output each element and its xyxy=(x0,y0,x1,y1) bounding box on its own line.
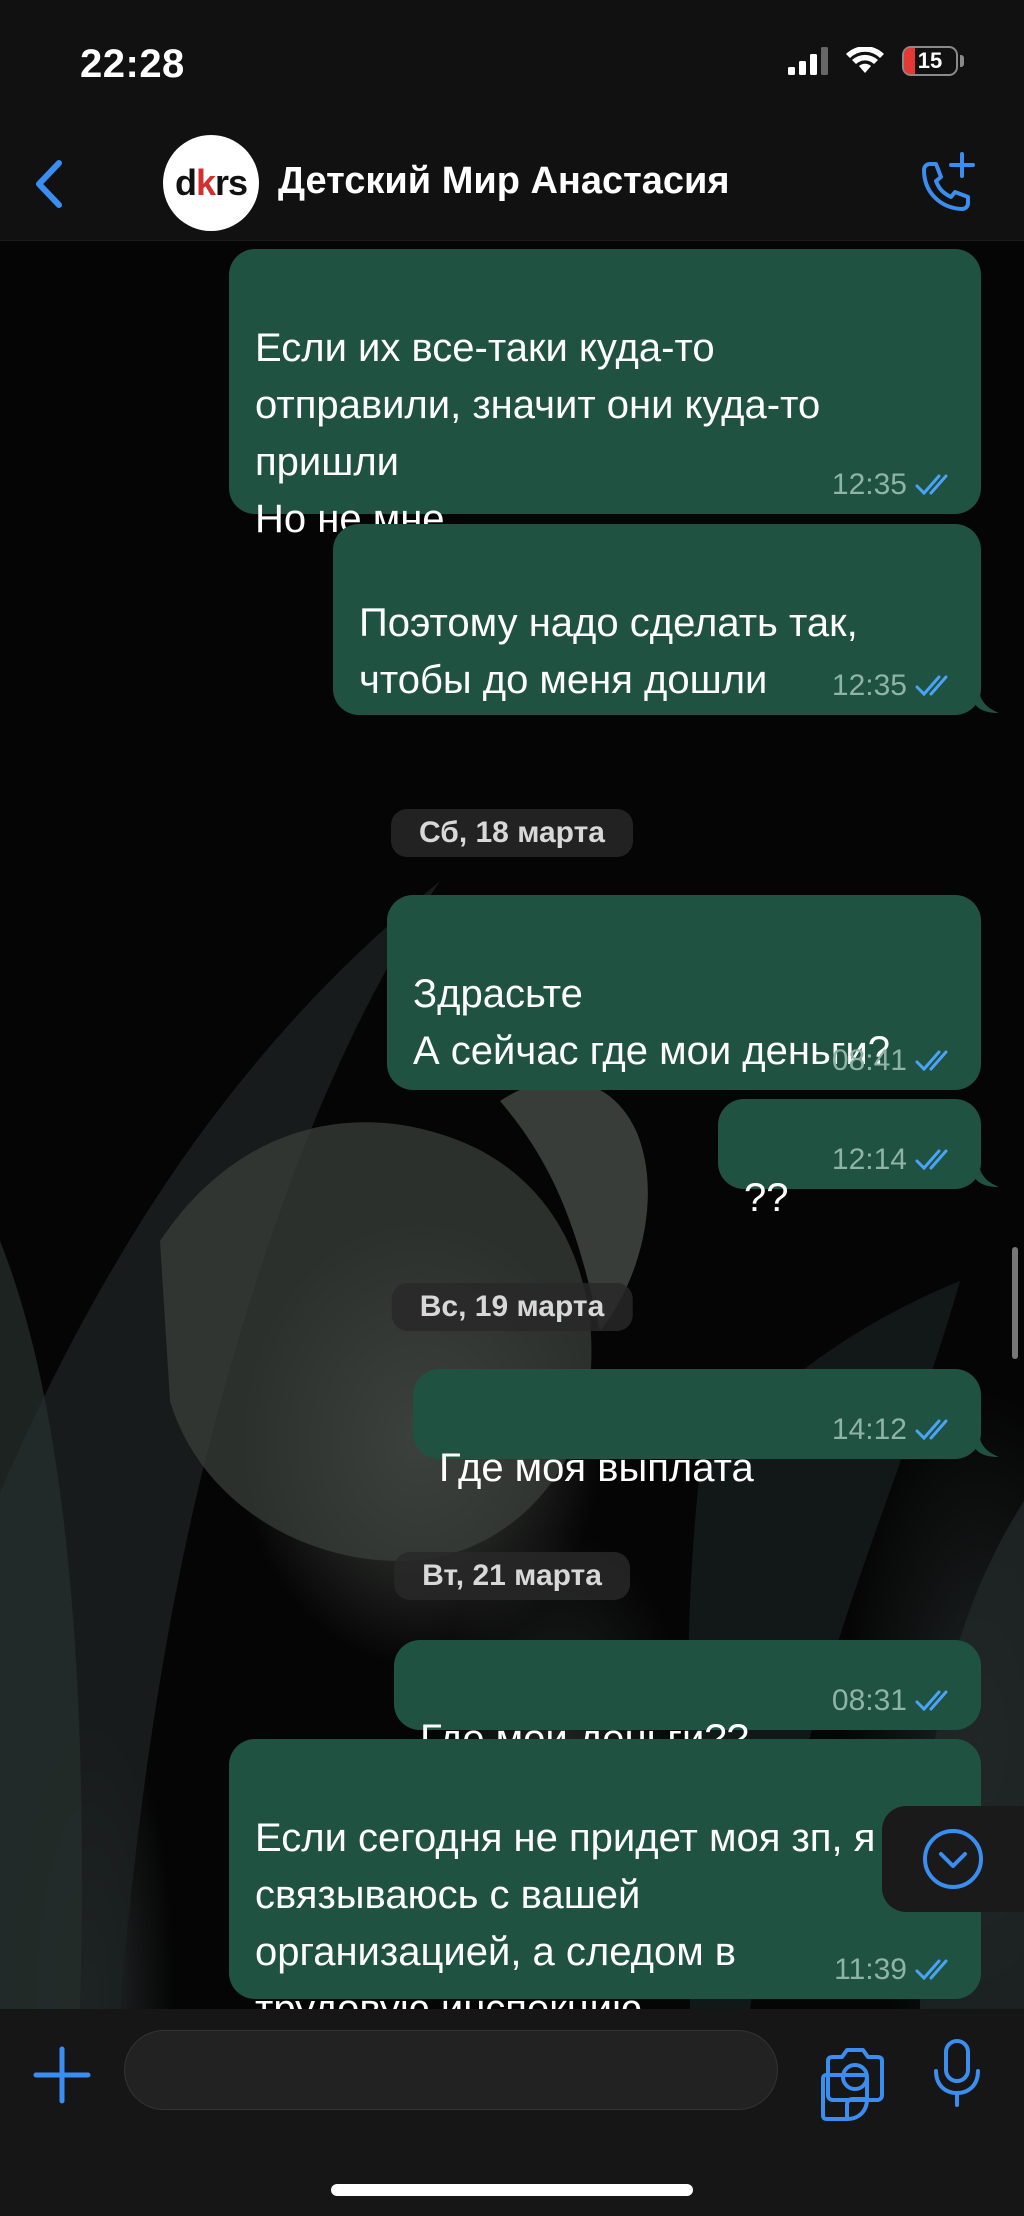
message-meta: 11:39 xyxy=(834,1955,957,1985)
input-bar xyxy=(0,2009,1024,2216)
double-check-icon xyxy=(915,675,948,697)
double-check-icon xyxy=(915,474,948,496)
back-chevron-icon xyxy=(36,160,62,208)
wifi-icon xyxy=(846,47,884,73)
message-time: 08:31 xyxy=(831,1684,907,1717)
bubble-tail xyxy=(973,1165,999,1187)
message-meta: 08:41 xyxy=(832,1046,957,1076)
message-text: Где моя выплата xyxy=(439,1446,754,1490)
double-check-icon xyxy=(915,1050,948,1072)
bubble-tail xyxy=(973,691,999,713)
home-indicator[interactable] xyxy=(331,2184,693,2196)
message-bubble[interactable]: ?? 12:14 xyxy=(718,1099,981,1220)
message-meta: 14:12 xyxy=(832,1415,957,1445)
message-time: 11:39 xyxy=(834,1953,907,1986)
microphone-icon[interactable] xyxy=(930,2037,984,2111)
message-bubble[interactable]: Если сегодня не придет моя зп, я связыва… xyxy=(229,1739,981,2009)
message-text: Если сегодня не придет моя зп, я связыва… xyxy=(255,1816,876,2009)
scroll-down-button[interactable] xyxy=(882,1806,1024,1912)
camera-icon[interactable] xyxy=(822,2045,888,2105)
message-time: 14:12 xyxy=(831,1413,907,1446)
chat-area[interactable]: Если их все-таки куда-то отправили, знач… xyxy=(0,241,1024,2009)
message-text: Здрасьте А сейчас где мои деньги? xyxy=(413,972,890,1073)
message-meta: 12:35 xyxy=(832,470,957,500)
date-separator: Вт, 21 марта xyxy=(394,1552,630,1600)
message-bubble[interactable]: Здрасьте А сейчас где мои деньги? 08:41 xyxy=(387,895,981,1090)
message-meta: 08:31 xyxy=(832,1686,957,1716)
status-icons: 15 xyxy=(788,46,964,76)
contact-name[interactable]: Детский Мир Анастасия xyxy=(278,160,730,203)
date-separator: Вс, 19 марта xyxy=(391,1283,633,1331)
avatar-logo: dkrs xyxy=(174,162,248,204)
scroll-down-icon xyxy=(923,1829,983,1889)
battery-percent: 15 xyxy=(917,48,943,73)
status-bar: 22:28 15 xyxy=(0,0,1024,130)
avatar-logo-text: dkrs xyxy=(174,162,248,203)
message-meta: 12:14 xyxy=(832,1145,957,1175)
message-text: ?? xyxy=(744,1176,789,1220)
plus-icon[interactable] xyxy=(28,2041,96,2109)
back-button[interactable] xyxy=(18,154,78,214)
add-call-icon[interactable] xyxy=(910,150,980,220)
message-time: 12:14 xyxy=(831,1143,907,1176)
message-bubble[interactable]: Где моя выплата 14:12 xyxy=(413,1369,981,1490)
message-text: Если их все-таки куда-то отправили, знач… xyxy=(255,326,821,541)
message-bubble[interactable]: Поэтому надо сделать так, чтобы до меня … xyxy=(333,524,981,715)
signal-icon xyxy=(788,47,828,75)
double-check-icon xyxy=(915,1690,948,1712)
battery-indicator: 15 xyxy=(902,46,964,76)
bubble-tail xyxy=(973,1435,999,1457)
double-check-icon xyxy=(915,1959,948,1981)
message-input[interactable] xyxy=(124,2030,869,2121)
double-check-icon xyxy=(915,1419,948,1441)
double-check-icon xyxy=(915,1149,948,1171)
avatar[interactable]: dkrs xyxy=(163,135,259,231)
message-meta: 12:35 xyxy=(832,671,957,701)
status-time: 22:28 xyxy=(80,42,185,86)
message-bubble[interactable]: Где мои деньги?? 08:31 xyxy=(394,1640,981,1761)
message-time: 12:35 xyxy=(831,468,907,501)
message-bubble[interactable]: Если их все-таки куда-то отправили, знач… xyxy=(229,249,981,541)
message-time: 08:41 xyxy=(831,1044,907,1077)
message-text: Поэтому надо сделать так, чтобы до меня … xyxy=(359,601,858,702)
date-separator: Сб, 18 марта xyxy=(391,809,633,857)
message-time: 12:35 xyxy=(831,669,907,702)
scroll-indicator[interactable] xyxy=(1012,1247,1018,1359)
chat-header: dkrs Детский Мир Анастасия xyxy=(0,130,1024,241)
